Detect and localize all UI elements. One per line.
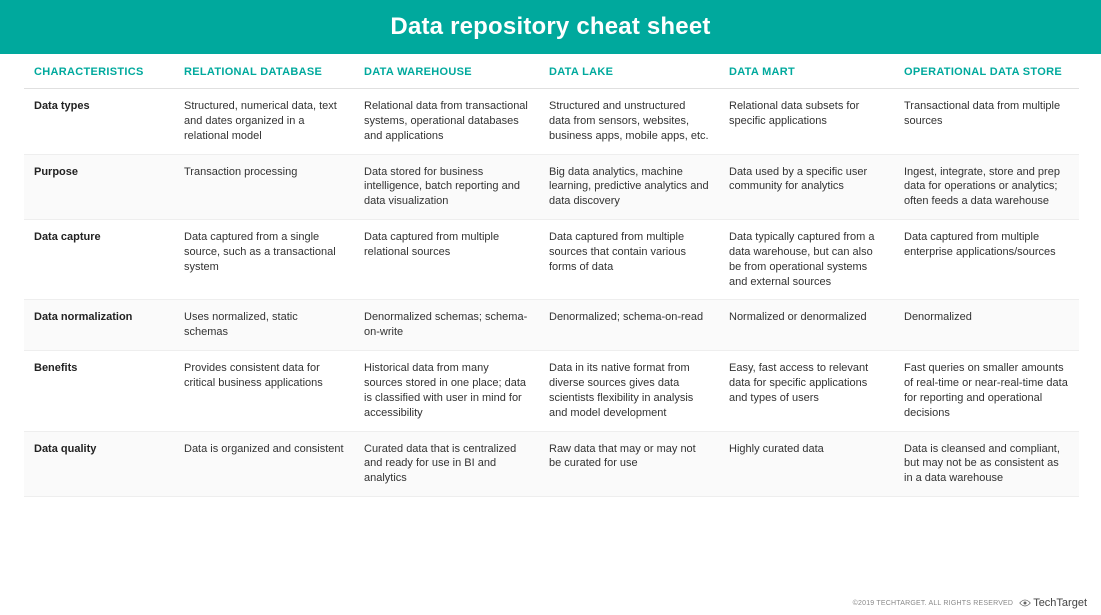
table-cell: Structured, numerical data, text and dat… [174,89,354,155]
table-cell: Data captured from a single source, such… [174,220,354,300]
row-label: Purpose [24,154,174,220]
table-cell: Uses normalized, static schemas [174,300,354,351]
table-cell: Data stored for business intelligence, b… [354,154,539,220]
table-cell: Data in its native format from diverse s… [539,351,719,431]
header-row: CHARACTERISTICS RELATIONAL DATABASE DATA… [24,54,1079,89]
table-cell: Denormalized [894,300,1079,351]
table-cell: Relational data from transactional syste… [354,89,539,155]
table-row: Data normalizationUses normalized, stati… [24,300,1079,351]
comparison-table: CHARACTERISTICS RELATIONAL DATABASE DATA… [24,54,1079,497]
table-row: Data typesStructured, numerical data, te… [24,89,1079,155]
table-cell: Easy, fast access to relevant data for s… [719,351,894,431]
col-header-data-mart: DATA MART [719,54,894,89]
table-cell: Data captured from multiple relational s… [354,220,539,300]
table-cell: Ingest, integrate, store and prep data f… [894,154,1079,220]
col-header-operational-data-store: OPERATIONAL DATA STORE [894,54,1079,89]
row-label: Data capture [24,220,174,300]
table-cell: Relational data subsets for specific app… [719,89,894,155]
col-header-relational-database: RELATIONAL DATABASE [174,54,354,89]
table-cell: Highly curated data [719,431,894,497]
table-cell: Fast queries on smaller amounts of real-… [894,351,1079,431]
table-cell: Transaction processing [174,154,354,220]
table-cell: Curated data that is centralized and rea… [354,431,539,497]
col-header-data-warehouse: DATA WAREHOUSE [354,54,539,89]
page: Data repository cheat sheet CHARACTERIST… [0,0,1101,615]
footer-brand: TechTarget [1019,597,1087,609]
table-cell: Data used by a specific user community f… [719,154,894,220]
table-cell: Denormalized; schema-on-read [539,300,719,351]
footer-copyright: ©2019 TECHTARGET. ALL RIGHTS RESERVED [853,600,1014,607]
row-label: Data normalization [24,300,174,351]
table-row: BenefitsProvides consistent data for cri… [24,351,1079,431]
eye-icon [1019,599,1031,607]
table-cell: Raw data that may or may not be curated … [539,431,719,497]
footer-brand-text: TechTarget [1033,597,1087,609]
table-cell: Data typically captured from a data ware… [719,220,894,300]
page-title: Data repository cheat sheet [390,13,710,41]
row-label: Data quality [24,431,174,497]
table-cell: Normalized or denormalized [719,300,894,351]
table-body: Data typesStructured, numerical data, te… [24,89,1079,497]
table-row: PurposeTransaction processingData stored… [24,154,1079,220]
table-row: Data qualityData is organized and consis… [24,431,1079,497]
table-cell: Data captured from multiple sources that… [539,220,719,300]
table-cell: Data is cleansed and compliant, but may … [894,431,1079,497]
col-header-data-lake: DATA LAKE [539,54,719,89]
table-cell: Big data analytics, machine learning, pr… [539,154,719,220]
table-cell: Data is organized and consistent [174,431,354,497]
table-cell: Structured and unstructured data from se… [539,89,719,155]
table-cell: Data captured from multiple enterprise a… [894,220,1079,300]
row-label: Data types [24,89,174,155]
table-cell: Historical data from many sources stored… [354,351,539,431]
col-header-characteristics: CHARACTERISTICS [24,54,174,89]
table-cell: Denormalized schemas; schema-on-write [354,300,539,351]
table-cell: Provides consistent data for critical bu… [174,351,354,431]
table-wrap: CHARACTERISTICS RELATIONAL DATABASE DATA… [0,54,1101,497]
table-cell: Transactional data from multiple sources [894,89,1079,155]
table-row: Data captureData captured from a single … [24,220,1079,300]
footer: ©2019 TECHTARGET. ALL RIGHTS RESERVED Te… [853,597,1087,609]
table-head: CHARACTERISTICS RELATIONAL DATABASE DATA… [24,54,1079,89]
row-label: Benefits [24,351,174,431]
title-bar: Data repository cheat sheet [0,0,1101,54]
